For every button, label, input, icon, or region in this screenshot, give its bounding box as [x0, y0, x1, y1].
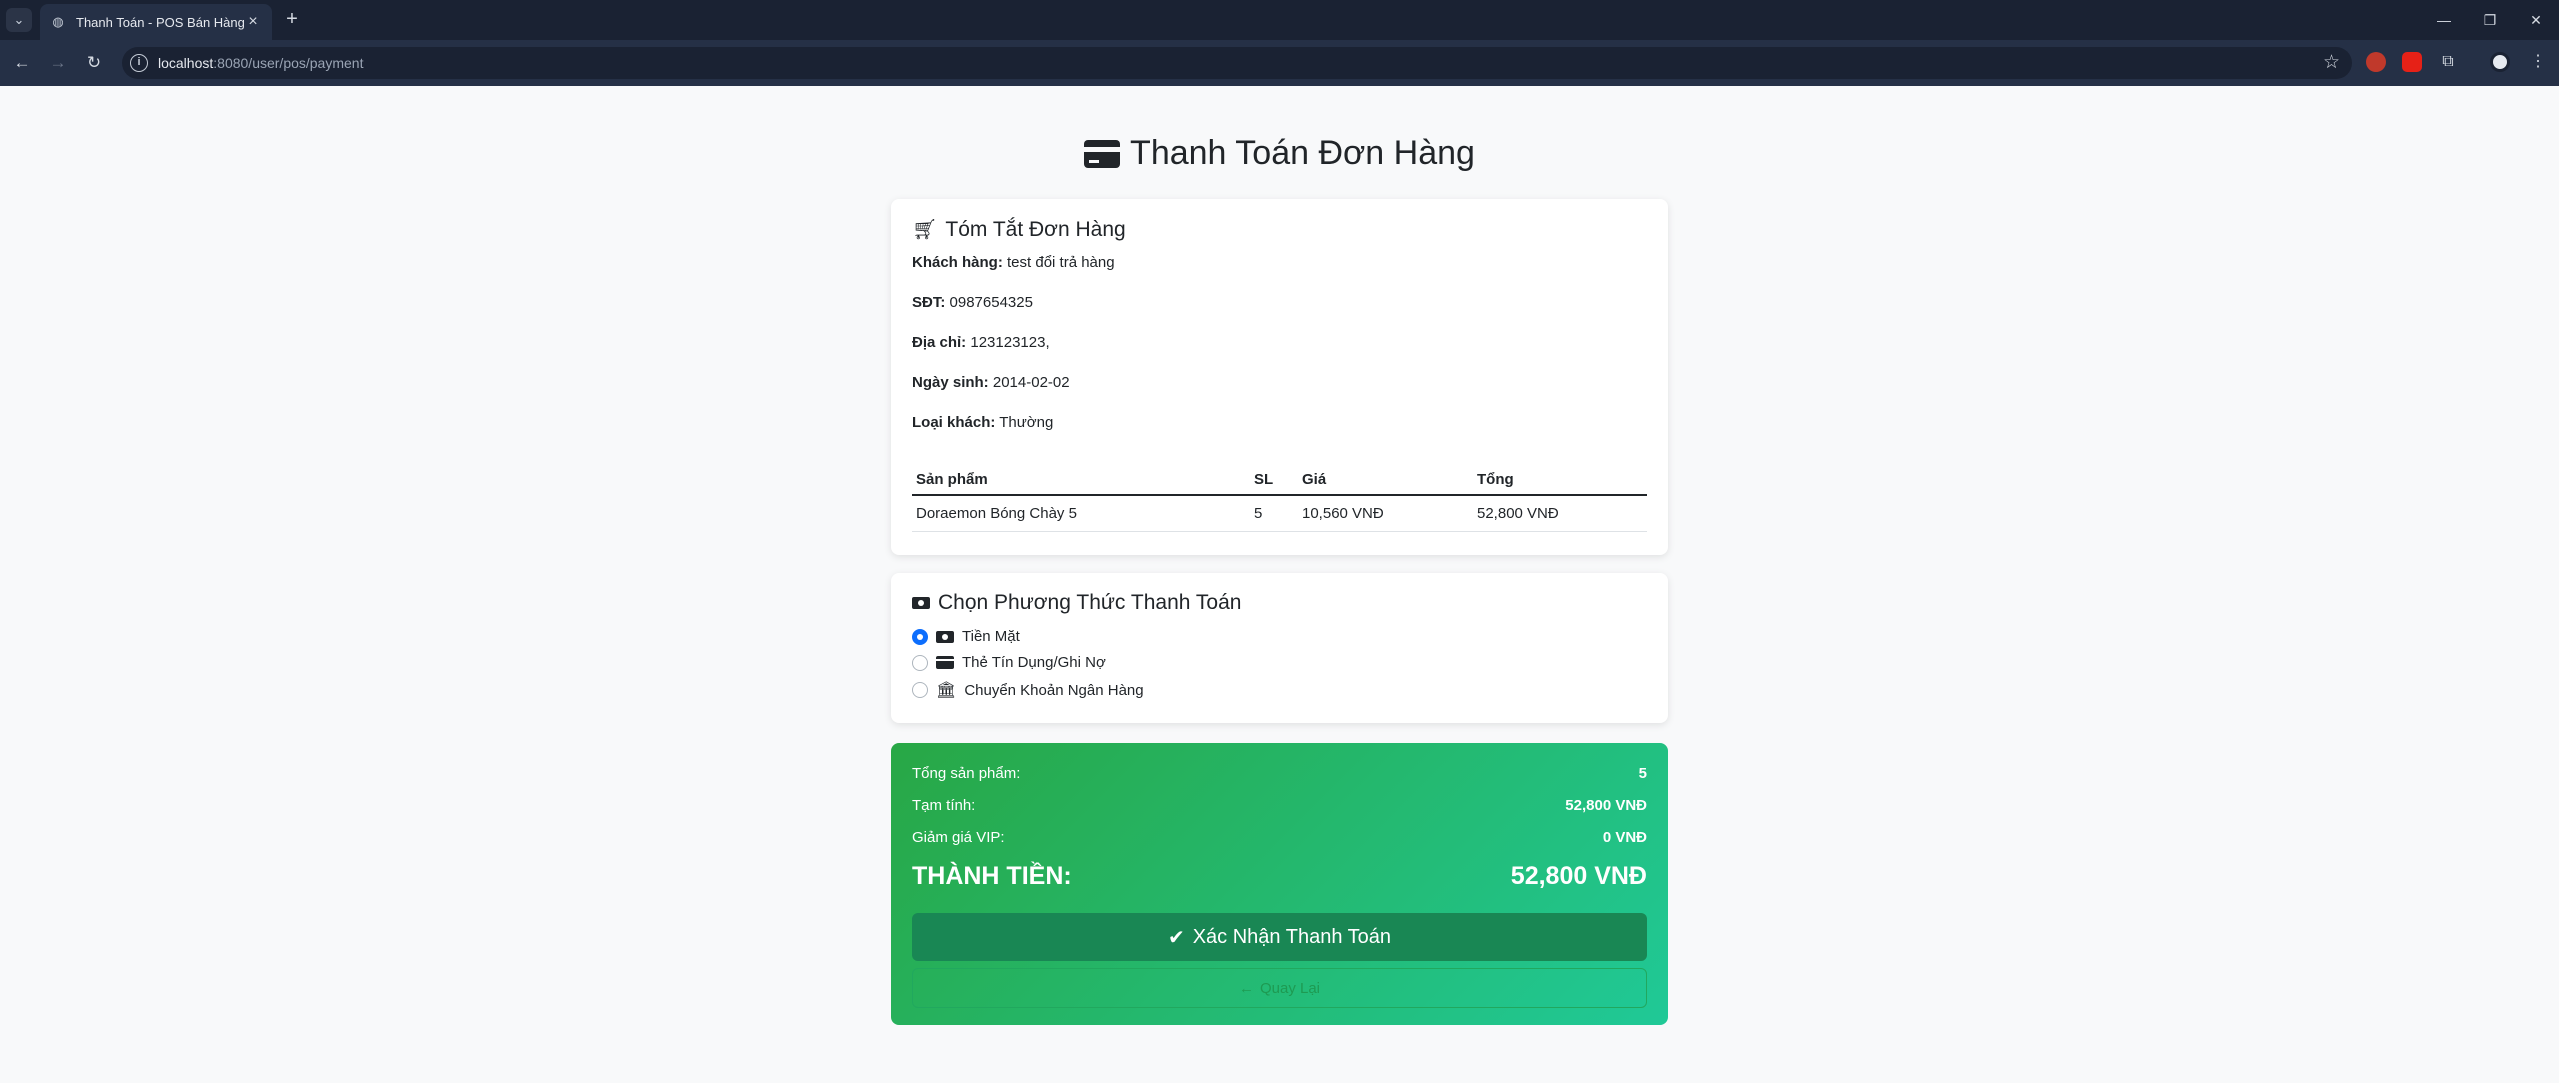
vip-discount-row: Giảm giá VIP: 0 VNĐ	[912, 829, 1647, 846]
address-bar[interactable]: i localhost:8080/user/pos/payment ☆	[122, 47, 2352, 79]
back-arrow-icon[interactable]: ←	[10, 51, 34, 75]
customer-phone: SĐT: 0987654325	[912, 294, 1033, 311]
radio-card[interactable]	[912, 654, 928, 671]
line-total-cell: 52,800 VNĐ	[1473, 495, 1647, 532]
url-text[interactable]: localhost:8080/user/pos/payment	[158, 55, 363, 71]
minimize-button[interactable]: —	[2424, 8, 2464, 32]
product-name-cell: Doraemon Bóng Chày 5	[912, 495, 1250, 532]
radio-bank[interactable]	[912, 682, 928, 698]
profile-avatar[interactable]	[2490, 52, 2510, 72]
extensions-puzzle-icon[interactable]: ⧉	[2436, 50, 2460, 74]
arrow-left-icon: ←	[1238, 979, 1254, 997]
tab-search-chevron-icon[interactable]: ⌄	[6, 8, 32, 32]
browser-tab[interactable]: ◍ Thanh Toán - POS Bán Hàng ×	[40, 4, 272, 40]
quantity-cell: 5	[1250, 495, 1298, 532]
credit-card-icon	[1084, 139, 1121, 168]
column-header: Sản phẩm	[912, 465, 1250, 496]
subtotal-row: Tạm tính: 52,800 VNĐ	[912, 797, 1647, 814]
order-summary-card: 🛒︎ Tóm Tắt Đơn Hàng Khách hàng: test đổi…	[891, 199, 1668, 555]
money-bill-icon	[912, 597, 930, 609]
table-row: Doraemon Bóng Chày 5 5 10,560 VNĐ 52,800…	[912, 495, 1647, 532]
payment-method-card: Chọn Phương Thức Thanh Toán Tiền Mặt Thẻ…	[891, 573, 1668, 723]
customer-type: Loại khách: Thường	[912, 414, 1054, 431]
column-header: Tổng	[1473, 465, 1647, 496]
forward-arrow-icon[interactable]: →	[46, 51, 70, 75]
customer-name: Khách hàng: test đổi trả hàng	[912, 254, 1115, 271]
customer-birthday: Ngày sinh: 2014-02-02	[912, 374, 1070, 391]
payment-option-cash[interactable]: Tiền Mặt	[912, 628, 1020, 645]
new-tab-button[interactable]: +	[280, 8, 304, 32]
order-total-card: Tổng sản phẩm: 5 Tạm tính: 52,800 VNĐ Giảm…	[891, 743, 1668, 1025]
payment-option-bank[interactable]: 🏛︎ Chuyển Khoản Ngân Hàng	[912, 680, 1144, 700]
order-items-table: Sản phẩm SL Giá Tổng Doraemon Bóng Chày …	[912, 465, 1647, 532]
payment-option-card[interactable]: Thẻ Tín Dụng/Ghi Nợ	[912, 654, 1106, 671]
bookmark-star-icon[interactable]: ☆	[2323, 51, 2340, 74]
order-summary-heading: 🛒︎ Tóm Tắt Đơn Hàng	[912, 217, 1126, 242]
check-icon: ✔	[1167, 926, 1185, 949]
confirm-payment-button[interactable]: ✔ Xác Nhận Thanh Toán	[912, 913, 1647, 961]
radio-cash[interactable]	[912, 628, 928, 645]
browser-menu-icon[interactable]: ⋮	[2526, 50, 2550, 74]
extension-youtube-icon[interactable]	[2402, 52, 2422, 72]
credit-card-icon	[936, 656, 954, 669]
column-header: SL	[1250, 465, 1298, 496]
extension-block-icon[interactable]	[2366, 52, 2386, 72]
page-title: Thanh Toán Đơn Hàng	[0, 134, 2559, 173]
bank-icon: 🏛︎	[936, 682, 957, 699]
price-cell: 10,560 VNĐ	[1298, 495, 1473, 532]
tab-close-icon[interactable]: ×	[244, 13, 262, 31]
grand-total-row: THÀNH TIỀN: 52,800 VNĐ	[912, 862, 1647, 890]
payment-method-heading: Chọn Phương Thức Thanh Toán	[912, 591, 1241, 615]
restore-button[interactable]: ❐	[2470, 8, 2510, 32]
customer-address: Địa chỉ: 123123123,	[912, 334, 1050, 351]
browser-toolbar: ← → ↻ i localhost:8080/user/pos/payment …	[0, 40, 2559, 86]
back-button[interactable]: ← Quay Lại	[912, 968, 1647, 1008]
table-header-row: Sản phẩm SL Giá Tổng	[912, 465, 1647, 496]
money-bill-icon	[936, 630, 954, 643]
browser-tab-bar: ⌄ ◍ Thanh Toán - POS Bán Hàng × + — ❐ ✕	[0, 0, 2559, 40]
page-content: Thanh Toán Đơn Hàng 🛒︎ Tóm Tắt Đơn Hàng …	[0, 86, 2559, 1083]
column-header: Giá	[1298, 465, 1473, 496]
globe-icon: ◍	[52, 14, 64, 29]
shopping-cart-icon: 🛒︎	[912, 219, 938, 241]
window-close-button[interactable]: ✕	[2516, 8, 2556, 32]
site-info-icon[interactable]: i	[130, 54, 148, 72]
reload-icon[interactable]: ↻	[82, 51, 106, 75]
total-items-row: Tổng sản phẩm: 5	[912, 765, 1647, 782]
tab-title: Thanh Toán - POS Bán Hàng	[76, 14, 244, 30]
